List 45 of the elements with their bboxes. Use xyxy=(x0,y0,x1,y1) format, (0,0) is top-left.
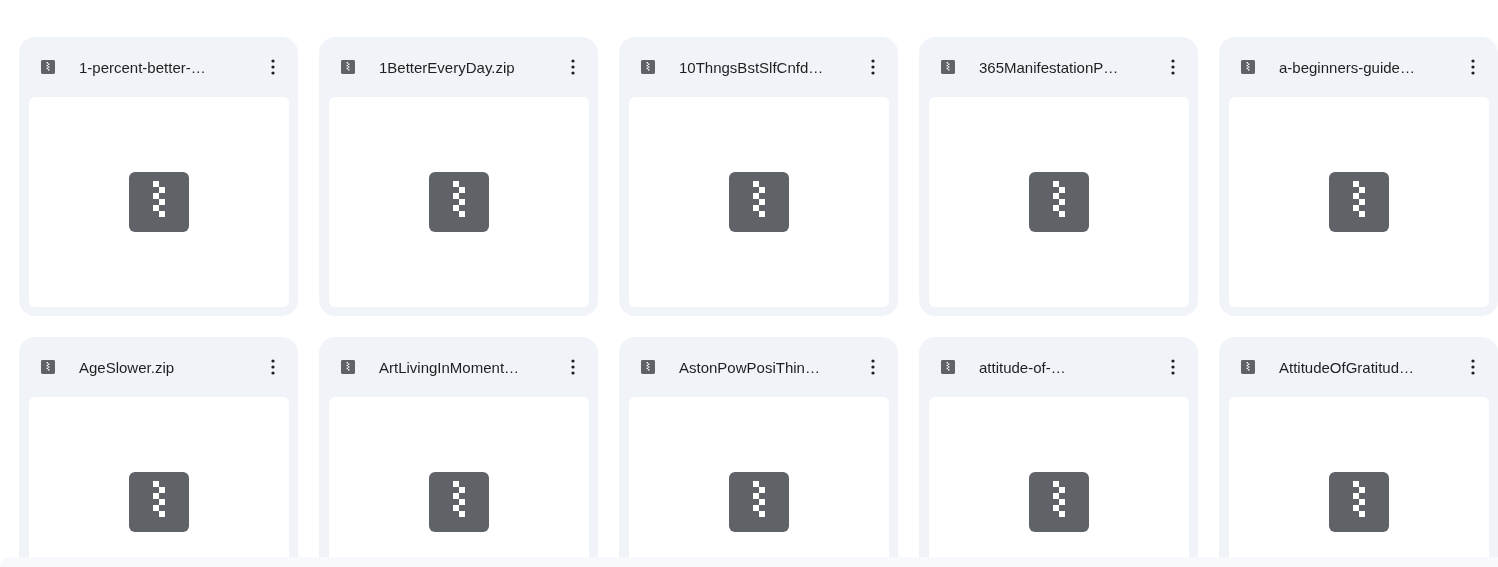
zip-file-icon xyxy=(941,360,955,374)
file-card[interactable]: a-beginners-guide… xyxy=(1219,37,1498,316)
zip-file-icon xyxy=(41,360,55,374)
more-options-icon[interactable] xyxy=(1471,359,1475,375)
file-name: 10ThngsBstSlfCnfd… xyxy=(679,58,825,76)
file-name: 1BetterEveryDay.zip xyxy=(379,58,516,76)
more-options-icon[interactable] xyxy=(571,359,575,375)
file-name: 1-percent-better-… xyxy=(79,58,207,76)
zip-file-icon xyxy=(1329,172,1389,232)
zip-file-icon xyxy=(41,60,55,74)
zip-file-icon xyxy=(429,472,489,532)
zip-file-icon xyxy=(1029,472,1089,532)
zip-file-icon xyxy=(129,172,189,232)
zip-file-icon xyxy=(641,60,655,74)
zip-file-icon xyxy=(641,360,655,374)
file-name: ArtLivingInMoment… xyxy=(379,358,521,376)
file-card[interactable]: 365ManifestationP… xyxy=(919,37,1198,316)
zip-file-icon xyxy=(129,472,189,532)
more-options-icon[interactable] xyxy=(271,59,275,75)
file-name: attitude-of-… xyxy=(979,358,1067,376)
file-card[interactable]: 10ThngsBstSlfCnfd… xyxy=(619,37,898,316)
more-options-icon[interactable] xyxy=(871,359,875,375)
zip-file-icon xyxy=(729,472,789,532)
zip-file-icon xyxy=(341,360,355,374)
more-options-icon[interactable] xyxy=(271,359,275,375)
more-options-icon[interactable] xyxy=(571,59,575,75)
zip-file-icon xyxy=(1029,172,1089,232)
file-name: 365ManifestationP… xyxy=(979,58,1120,76)
zip-file-icon xyxy=(941,60,955,74)
zip-file-icon xyxy=(1329,472,1389,532)
more-options-icon[interactable] xyxy=(1471,59,1475,75)
more-options-icon[interactable] xyxy=(1171,359,1175,375)
file-card[interactable]: 1-percent-better-… xyxy=(19,37,298,316)
zip-file-icon xyxy=(341,60,355,74)
zip-file-icon xyxy=(1241,60,1255,74)
file-name: a-beginners-guide… xyxy=(1279,58,1416,76)
more-options-icon[interactable] xyxy=(1171,59,1175,75)
zip-file-icon xyxy=(1241,360,1255,374)
file-name: AstonPowPosiThin… xyxy=(679,358,821,376)
zip-file-icon xyxy=(429,172,489,232)
zip-file-icon xyxy=(729,172,789,232)
file-name: AttitudeOfGratitud… xyxy=(1279,358,1416,376)
more-options-icon[interactable] xyxy=(871,59,875,75)
file-name: AgeSlower.zip xyxy=(79,358,176,376)
file-card[interactable]: 1BetterEveryDay.zip xyxy=(319,37,598,316)
